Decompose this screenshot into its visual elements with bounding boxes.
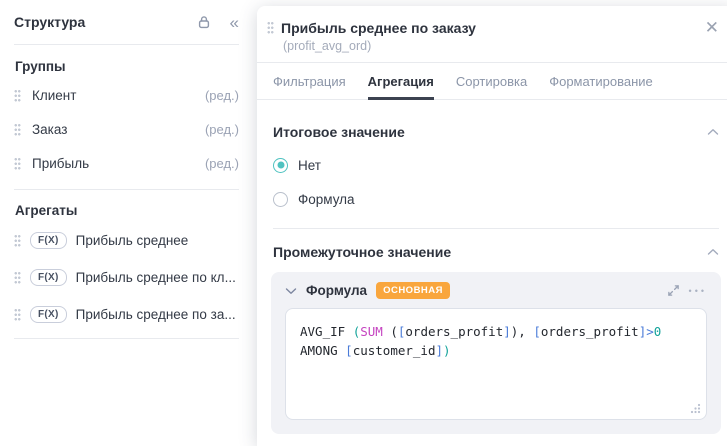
main-formula-badge: ОСНОВНАЯ (376, 282, 450, 299)
groups-section-title: Группы (15, 59, 239, 74)
total-value-section: Итоговое значение Нет Формула (257, 124, 727, 208)
more-menu-icon[interactable]: ••• (689, 286, 707, 296)
formula-fx-badge: F(X) (30, 269, 67, 286)
intermediate-value-section: Промежуточное значение (257, 244, 727, 260)
group-item-profit[interactable]: Прибыль (ред.) (14, 146, 239, 180)
group-item-client[interactable]: Клиент (ред.) (14, 78, 239, 112)
tab-filtering[interactable]: Фильтрация (273, 63, 346, 100)
group-item-label: Клиент (32, 88, 194, 103)
group-item-label: Прибыль (32, 156, 194, 171)
aggregate-item[interactable]: F(X) Прибыль среднее (14, 222, 239, 259)
sidebar-header: Структура « (14, 0, 239, 44)
aggregate-item-label: Прибыль среднее по за... (76, 307, 236, 322)
aggregate-item-label: Прибыль среднее (76, 233, 189, 248)
edit-link[interactable]: (ред.) (205, 88, 239, 103)
aggregate-item[interactable]: F(X) Прибыль среднее по кл... (14, 259, 239, 296)
total-value-title: Итоговое значение (273, 124, 405, 140)
sidebar-divider (14, 44, 239, 45)
drag-handle-icon[interactable] (14, 89, 21, 102)
panel-title: Прибыль среднее по заказу (281, 20, 698, 36)
resize-grip-icon[interactable] (690, 403, 701, 414)
aggregates-section-title: Агрегаты (15, 203, 239, 218)
sidebar-divider (14, 338, 239, 339)
tab-formatting[interactable]: Форматирование (549, 63, 653, 100)
group-item-order[interactable]: Заказ (ред.) (14, 112, 239, 146)
drag-handle-icon[interactable] (14, 271, 21, 284)
close-icon[interactable]: ✕ (705, 19, 719, 36)
tab-aggregation[interactable]: Агрегация (368, 63, 434, 100)
tab-sorting[interactable]: Сортировка (456, 63, 527, 100)
aggregate-item-label: Прибыль среднее по кл... (76, 270, 236, 285)
sidebar-divider (14, 189, 239, 190)
expand-icon[interactable] (667, 284, 680, 297)
edit-link[interactable]: (ред.) (205, 156, 239, 171)
field-id-subtitle: (profit_avg_ord) (257, 36, 727, 53)
formula-card: Формула ОСНОВНАЯ ••• AVG_IF (SUM ([order… (271, 272, 721, 434)
radio-option-formula[interactable]: Формула (273, 190, 719, 208)
drag-handle-icon[interactable] (14, 234, 21, 247)
collapse-panel-icon[interactable]: « (230, 14, 239, 31)
lock-icon[interactable] (196, 14, 212, 30)
chevron-up-icon[interactable] (707, 128, 719, 136)
settings-tabs: Фильтрация Агрегация Сортировка Форматир… (257, 63, 727, 100)
chevron-up-icon[interactable] (707, 248, 719, 256)
formula-fx-badge: F(X) (30, 306, 67, 323)
chevron-down-icon[interactable] (285, 287, 297, 295)
sidebar-title: Структура (14, 14, 178, 30)
intermediate-value-title: Промежуточное значение (273, 244, 451, 260)
panel-divider (273, 228, 719, 229)
formula-fx-badge: F(X) (30, 232, 67, 249)
drag-handle-icon[interactable] (14, 308, 21, 321)
formula-card-header: Формула ОСНОВНАЯ ••• (285, 282, 707, 299)
group-item-label: Заказ (32, 122, 194, 137)
radio-unselected-icon[interactable] (273, 192, 288, 207)
radio-option-none[interactable]: Нет (273, 156, 719, 174)
formula-code-editor[interactable]: AVG_IF (SUM ([orders_profit]), [orders_p… (285, 308, 707, 420)
field-settings-panel: Прибыль среднее по заказу ✕ (profit_avg_… (257, 6, 727, 446)
drag-handle-icon[interactable] (14, 157, 21, 170)
radio-selected-icon[interactable] (273, 158, 288, 173)
drag-handle-icon[interactable] (267, 21, 274, 34)
edit-link[interactable]: (ред.) (205, 122, 239, 137)
panel-header: Прибыль среднее по заказу ✕ (257, 6, 727, 36)
aggregate-item[interactable]: F(X) Прибыль среднее по за... (14, 296, 239, 333)
drag-handle-icon[interactable] (14, 123, 21, 136)
code-content: AVG_IF (SUM ([orders_profit]), [orders_p… (300, 322, 692, 360)
structure-sidebar: Структура « Группы Клиент (ред.) Заказ (… (0, 0, 253, 433)
formula-title: Формула (306, 283, 367, 298)
